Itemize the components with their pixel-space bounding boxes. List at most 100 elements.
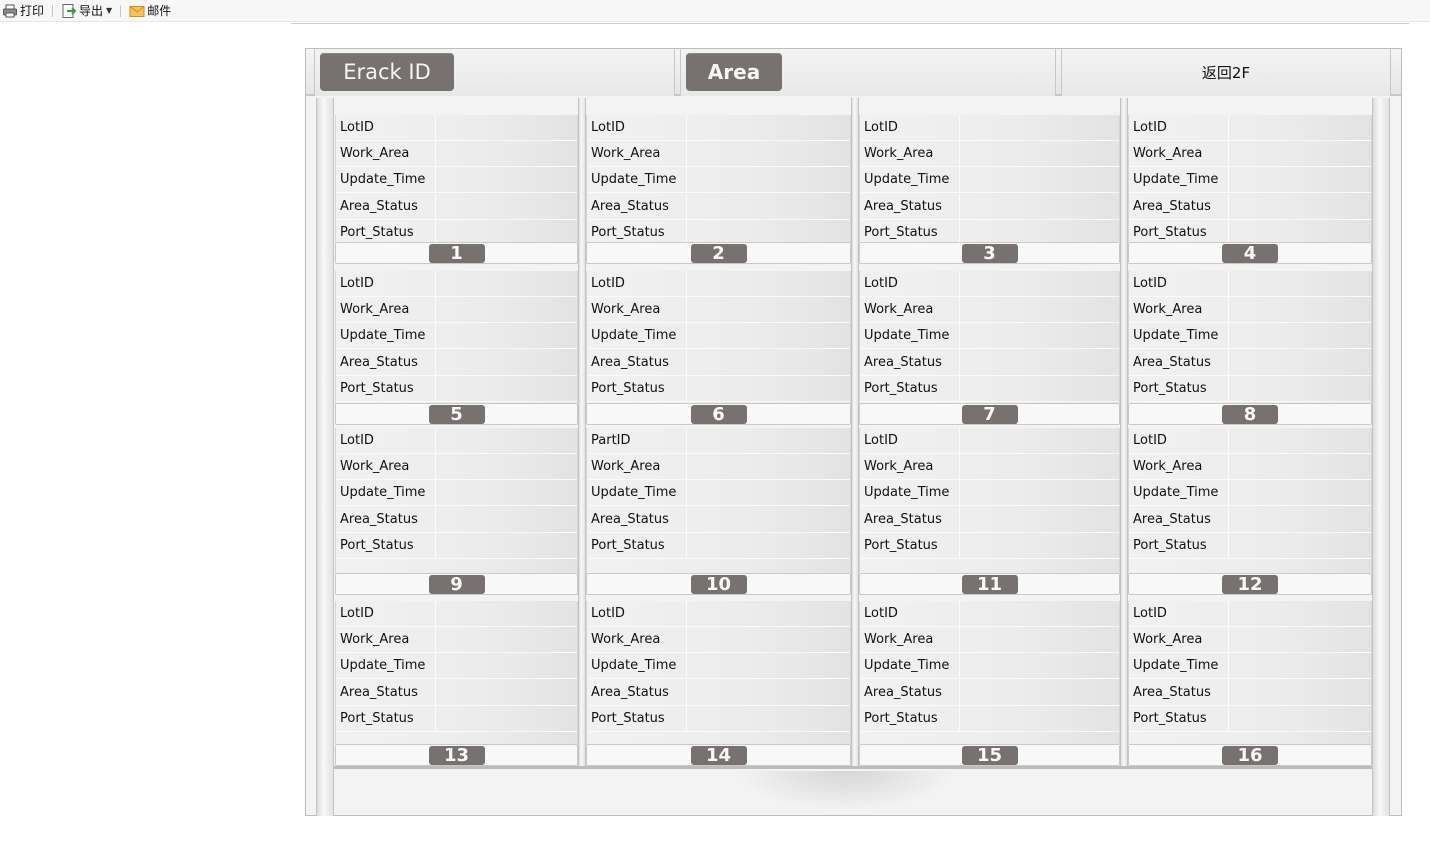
field-label: Port_Status <box>1129 705 1229 731</box>
slot-number-badge[interactable]: 13 <box>428 746 485 765</box>
rack-slot[interactable]: LotID Work_Area Update_Time Area_Status Port… <box>586 601 851 766</box>
slot-number-badge[interactable]: 2 <box>690 244 747 263</box>
area-button[interactable]: Area <box>686 53 782 91</box>
field-value <box>436 428 577 453</box>
rack-slot[interactable]: LotID Work_Area Update_Time Area_Status Port… <box>859 428 1120 595</box>
rack-slot[interactable]: LotID Work_Area Update_Time Area_Status Port… <box>1128 115 1372 264</box>
slot-number-badge[interactable]: 12 <box>1222 575 1278 594</box>
slot-info-panel: LotID Work_Area Update_Time Area_Status Port… <box>1128 601 1372 744</box>
slot-info-panel: LotID Work_Area Update_Time Area_Status Port… <box>859 271 1120 403</box>
slot-field-row: Update_Time <box>1129 167 1371 194</box>
field-value <box>687 601 850 626</box>
slot-number-badge[interactable]: 9 <box>428 575 485 594</box>
rack-slot[interactable]: LotID Work_Area Update_Time Area_Status Port… <box>859 271 1120 425</box>
slot-number-badge[interactable]: 16 <box>1222 746 1278 765</box>
export-icon <box>61 3 77 19</box>
field-value <box>687 167 850 192</box>
slot-number-badge[interactable]: 15 <box>961 746 1018 765</box>
slot-info-panel: LotID Work_Area Update_Time Area_Status Port… <box>1128 115 1372 246</box>
field-value <box>960 653 1119 678</box>
slot-info-panel: LotID Work_Area Update_Time Area_Status Port… <box>586 271 851 403</box>
erack-id-cell: Erack ID <box>314 49 675 96</box>
rack-base <box>334 766 1372 769</box>
slot-number-bar: 14 <box>586 744 851 766</box>
slot-field-row: Update_Time <box>587 167 850 194</box>
field-label: Update_Time <box>1129 480 1229 506</box>
slot-field-row: Work_Area <box>1129 454 1371 481</box>
rack-slot[interactable]: LotID Work_Area Update_Time Area_Status Port… <box>335 428 578 595</box>
rack-slot[interactable]: LotID Work_Area Update_Time Area_Status Port… <box>335 115 578 264</box>
field-label: Area_Status <box>587 506 687 532</box>
rack-slot[interactable]: LotID Work_Area Update_Time Area_Status Port… <box>586 115 851 264</box>
rack-slot[interactable]: LotID Work_Area Update_Time Area_Status Port… <box>1128 271 1372 425</box>
field-value <box>960 350 1119 375</box>
export-button[interactable]: 导出 ▼ <box>59 1 114 21</box>
field-label: Area_Status <box>1129 506 1229 532</box>
back-cell: 返回2F <box>1061 49 1391 96</box>
slot-number-badge[interactable]: 11 <box>961 575 1018 594</box>
back-to-2f-link[interactable]: 返回2F <box>1062 49 1390 96</box>
erack-id-button[interactable]: Erack ID <box>320 53 454 91</box>
slot-number-badge[interactable]: 1 <box>428 244 485 263</box>
slot-number-badge[interactable]: 6 <box>690 405 747 424</box>
slot-field-row: LotID <box>860 115 1119 141</box>
slot-number-badge[interactable]: 5 <box>428 405 485 424</box>
field-label: LotID <box>587 601 687 626</box>
field-value <box>687 653 850 678</box>
slot-info-panel: LotID Work_Area Update_Time Area_Status Port… <box>335 115 578 246</box>
slot-number-bar: 9 <box>335 573 578 595</box>
area-cell: Area <box>680 49 1056 96</box>
mail-button[interactable]: 邮件 <box>127 1 173 21</box>
field-label: Port_Status <box>1129 532 1229 558</box>
field-label: Area_Status <box>860 193 960 219</box>
rack-slot[interactable]: LotID Work_Area Update_Time Area_Status Port… <box>586 271 851 425</box>
slot-field-row: Area_Status <box>1129 679 1371 706</box>
slot-info-panel: LotID Work_Area Update_Time Area_Status Port… <box>859 428 1120 573</box>
slot-number-badge[interactable]: 14 <box>690 746 747 765</box>
field-label: Update_Time <box>1129 167 1229 193</box>
rack-divider <box>1120 98 1128 766</box>
field-label: Area_Status <box>587 193 687 219</box>
slot-field-row: Update_Time <box>1129 323 1371 350</box>
field-label: LotID <box>860 271 960 296</box>
field-label: Area_Status <box>1129 349 1229 375</box>
rack-slot[interactable]: LotID Work_Area Update_Time Area_Status Port… <box>335 271 578 425</box>
field-value <box>960 271 1119 296</box>
rack-slot[interactable]: PartID Work_Area Update_Time Area_Status Por… <box>586 428 851 595</box>
slot-field-row: Update_Time <box>1129 480 1371 507</box>
field-value <box>1229 533 1371 558</box>
field-label: Work_Area <box>860 627 960 653</box>
print-button[interactable]: 打印 <box>0 1 46 21</box>
rack-slot[interactable]: LotID Work_Area Update_Time Area_Status Port… <box>1128 601 1372 766</box>
rack-slot[interactable]: LotID Work_Area Update_Time Area_Status Port… <box>859 115 1120 264</box>
field-value <box>1229 167 1371 192</box>
slot-field-row: LotID <box>1129 271 1371 297</box>
field-value <box>687 297 850 322</box>
field-label: Update_Time <box>587 653 687 679</box>
rack-divider <box>578 98 586 766</box>
slot-field-row: Update_Time <box>587 323 850 350</box>
field-value <box>960 454 1119 479</box>
slot-field-row: LotID <box>336 115 577 141</box>
slot-field-row: Work_Area <box>1129 297 1371 324</box>
slot-number-badge[interactable]: 10 <box>690 575 747 594</box>
field-label: LotID <box>336 271 436 296</box>
rack-shadow <box>736 771 956 811</box>
field-value <box>436 507 577 532</box>
slot-info-panel: LotID Work_Area Update_Time Area_Status Port… <box>859 115 1120 246</box>
rack-slot[interactable]: LotID Work_Area Update_Time Area_Status Port… <box>335 601 578 766</box>
slot-number-badge[interactable]: 7 <box>961 405 1018 424</box>
rack-slot[interactable]: LotID Work_Area Update_Time Area_Status Port… <box>1128 428 1372 595</box>
slot-number-badge[interactable]: 8 <box>1222 405 1278 424</box>
field-value <box>960 141 1119 166</box>
slot-number-bar: 6 <box>586 403 851 425</box>
slot-field-row: LotID <box>860 428 1119 454</box>
chevron-down-icon[interactable]: ▼ <box>106 6 112 15</box>
slot-number-badge[interactable]: 4 <box>1222 244 1278 263</box>
slot-field-row: Port_Status <box>587 705 850 732</box>
slot-number-badge[interactable]: 3 <box>961 244 1018 263</box>
slot-number-bar: 5 <box>335 403 578 425</box>
rack-slot[interactable]: LotID Work_Area Update_Time Area_Status Port… <box>859 601 1120 766</box>
field-label: Work_Area <box>336 297 436 323</box>
field-label: LotID <box>587 115 687 140</box>
